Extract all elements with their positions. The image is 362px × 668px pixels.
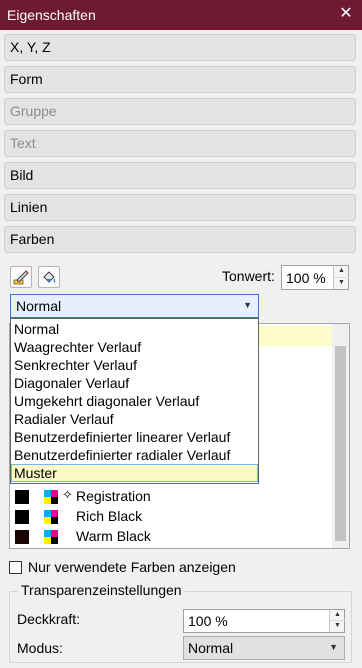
opacity-spinbox[interactable]: ▲ ▼ bbox=[183, 609, 345, 633]
option-pattern[interactable]: Muster bbox=[11, 464, 258, 482]
cmyk-icon bbox=[44, 490, 58, 504]
option-cross-diagonal-gradient[interactable]: Umgekehrt diagonaler Verlauf bbox=[11, 392, 258, 410]
color-swatch bbox=[15, 530, 29, 544]
chevron-down-icon: ▼ bbox=[329, 642, 338, 652]
stepper-up-icon[interactable]: ▲ bbox=[330, 610, 345, 621]
registration-mark-icon: ✧ bbox=[62, 487, 73, 502]
panel-title: Eigenschaften bbox=[7, 7, 96, 23]
stepper-up-icon[interactable]: ▲ bbox=[334, 266, 349, 278]
scrollbar-thumb[interactable] bbox=[335, 346, 346, 541]
tonwert-spinbox[interactable]: ▲ ▼ bbox=[281, 265, 349, 290]
opacity-label: Deckkraft: bbox=[17, 611, 81, 627]
color-name: Registration bbox=[76, 488, 151, 504]
blend-mode-select[interactable]: Normal ▼ bbox=[183, 636, 345, 660]
color-swatch bbox=[15, 490, 29, 504]
gradient-type-select[interactable]: Normal ▼ bbox=[10, 294, 259, 318]
option-custom-linear-gradient[interactable]: Benutzerdefinierter linearer Verlauf bbox=[11, 428, 258, 446]
section-lines-button[interactable]: Linien bbox=[4, 194, 356, 221]
option-diagonal-gradient[interactable]: Diagonaler Verlauf bbox=[11, 374, 258, 392]
option-normal[interactable]: Normal bbox=[11, 320, 258, 338]
gradient-type-value: Normal bbox=[16, 298, 62, 314]
section-text-button[interactable]: Text bbox=[4, 130, 356, 157]
color-row-partial[interactable] bbox=[10, 546, 330, 548]
mode-label: Modus: bbox=[17, 640, 63, 656]
checkbox-label: Nur verwendete Farben anzeigen bbox=[28, 559, 236, 575]
option-vertical-gradient[interactable]: Senkrechter Verlauf bbox=[11, 356, 258, 374]
color-name: Warm Black bbox=[76, 528, 151, 544]
section-xyz-button[interactable]: X, Y, Z bbox=[4, 34, 356, 61]
color-name: Rich Black bbox=[76, 508, 143, 524]
color-row-warm-black[interactable]: Warm Black bbox=[10, 527, 330, 547]
chevron-down-icon: ▼ bbox=[243, 300, 252, 310]
transparency-legend: Transparenzeinstellungen bbox=[18, 582, 185, 598]
color-swatch bbox=[15, 510, 29, 524]
option-radial-gradient[interactable]: Radialer Verlauf bbox=[11, 410, 258, 428]
section-group-button[interactable]: Gruppe bbox=[4, 98, 356, 125]
tonwert-stepper[interactable]: ▲ ▼ bbox=[333, 266, 349, 290]
close-icon[interactable]: ✕ bbox=[335, 3, 357, 25]
cmyk-icon bbox=[44, 530, 58, 544]
opacity-stepper[interactable]: ▲ ▼ bbox=[329, 610, 345, 632]
list-selection-highlight bbox=[258, 326, 334, 346]
section-image-button[interactable]: Bild bbox=[4, 162, 356, 189]
gradient-type-options[interactable]: Normal Waagrechter Verlauf Senkrechter V… bbox=[10, 318, 259, 484]
opacity-input[interactable] bbox=[184, 610, 344, 632]
checkbox-box[interactable] bbox=[9, 561, 22, 574]
line-color-icon[interactable] bbox=[10, 266, 32, 288]
color-list-scrollbar[interactable] bbox=[332, 324, 349, 548]
option-horizontal-gradient[interactable]: Waagrechter Verlauf bbox=[11, 338, 258, 356]
blend-mode-value: Normal bbox=[188, 640, 234, 656]
color-row-registration[interactable]: ✧ Registration bbox=[10, 487, 330, 507]
color-row-rich-black[interactable]: Rich Black bbox=[10, 507, 330, 527]
section-form-button[interactable]: Form bbox=[4, 66, 356, 93]
stepper-down-icon[interactable]: ▼ bbox=[334, 278, 349, 290]
stepper-down-icon[interactable]: ▼ bbox=[330, 621, 345, 632]
option-custom-radial-gradient[interactable]: Benutzerdefinierter radialer Verlauf bbox=[11, 446, 258, 464]
fill-color-icon[interactable] bbox=[38, 266, 60, 288]
tonwert-label: Tonwert: bbox=[222, 268, 275, 284]
panel-titlebar: Eigenschaften ✕ bbox=[0, 0, 362, 30]
section-colors-button[interactable]: Farben bbox=[4, 226, 356, 253]
cmyk-icon bbox=[44, 510, 58, 524]
